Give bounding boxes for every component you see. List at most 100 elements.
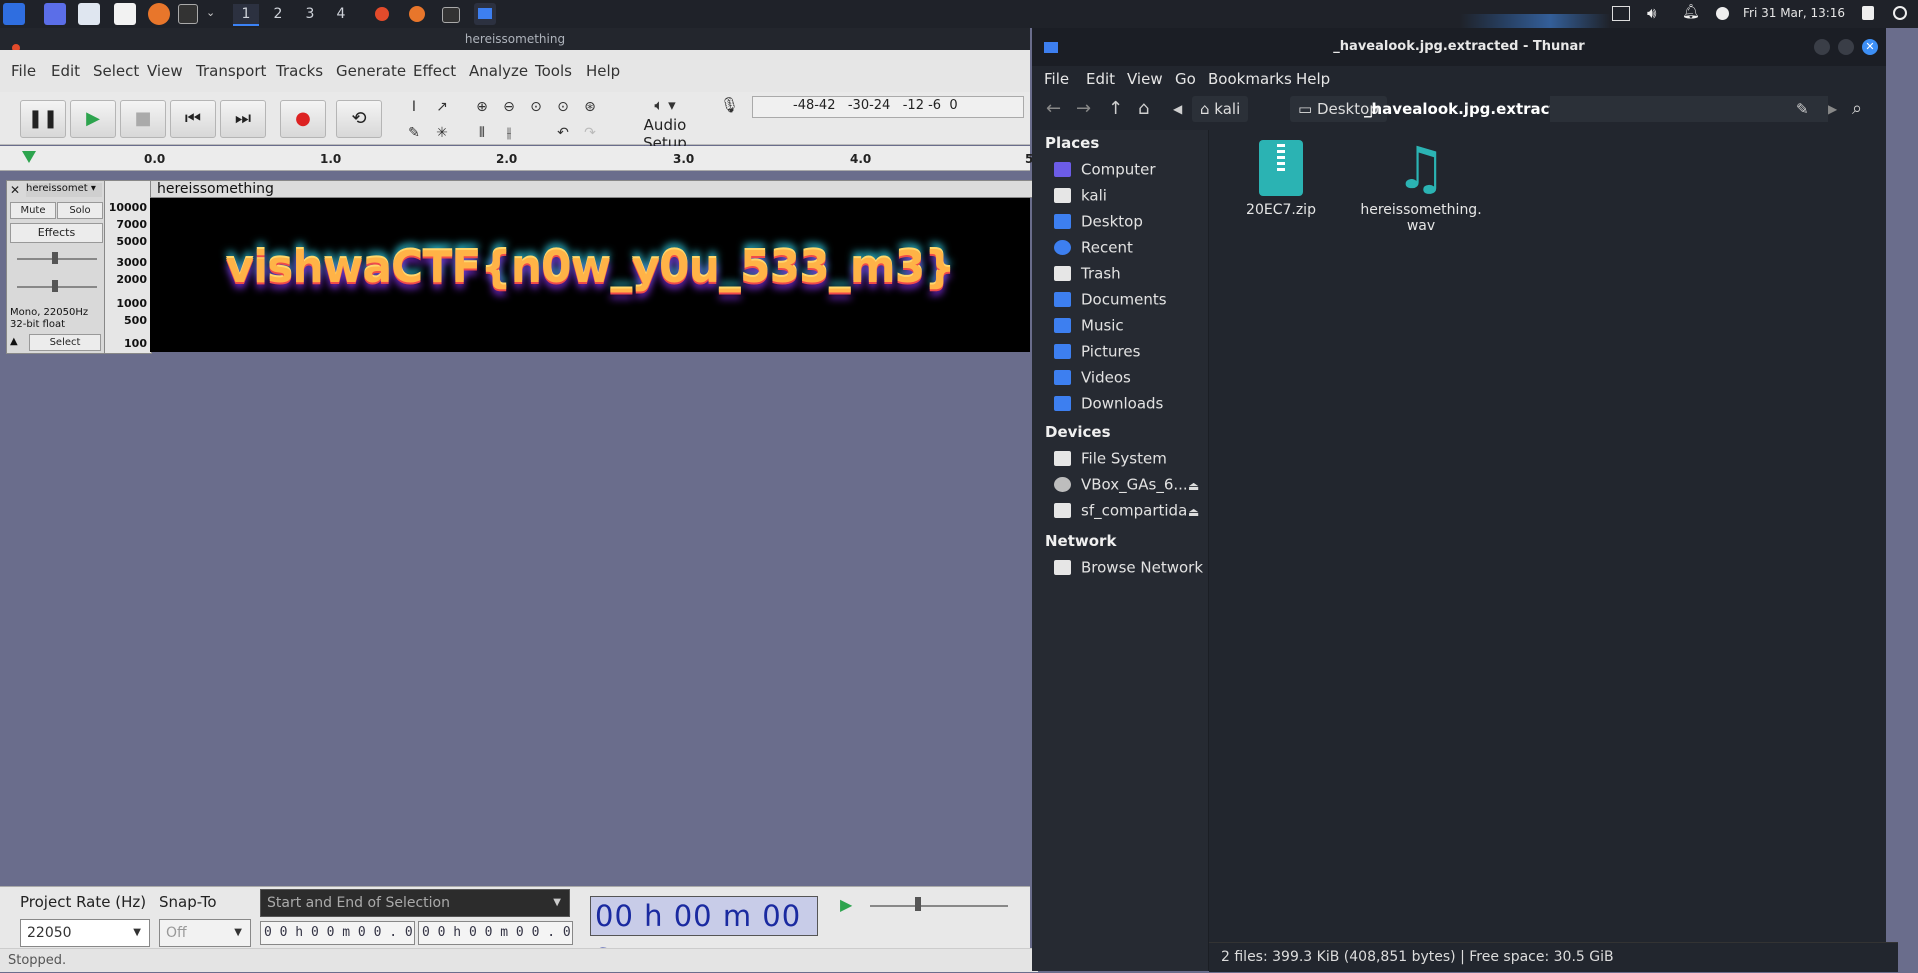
notification-bell-icon[interactable]: 🔔︎ bbox=[1682, 4, 1700, 20]
back-icon[interactable]: ← bbox=[1046, 98, 1061, 119]
thunar-menu-bookmarks[interactable]: Bookmarks bbox=[1208, 70, 1292, 88]
close-track-icon[interactable]: ✕ bbox=[10, 183, 20, 197]
draw-tool-icon[interactable]: ✎ bbox=[402, 122, 426, 144]
snap-to-select[interactable]: Off ▼ bbox=[159, 919, 251, 947]
menu-view[interactable]: View bbox=[147, 62, 183, 80]
clip-title[interactable]: hereissomething bbox=[150, 180, 1034, 198]
sidebar-item-pictures[interactable]: Pictures bbox=[1054, 342, 1204, 364]
multi-tool-icon[interactable]: ✳ bbox=[430, 122, 454, 144]
minimize-button[interactable] bbox=[1814, 39, 1830, 55]
eject-icon[interactable]: ⏏ bbox=[1188, 505, 1199, 519]
play-speed-thumb[interactable] bbox=[915, 897, 921, 911]
skip-start-button[interactable]: ⏮ bbox=[170, 100, 216, 138]
timeline-pin-icon[interactable] bbox=[22, 151, 36, 163]
frequency-ruler[interactable]: 10000 7000 5000 3000 2000 1000 500 100 bbox=[104, 180, 152, 354]
sidebar-item-filesystem[interactable]: File System bbox=[1054, 449, 1204, 471]
sidebar-item-kali[interactable]: kali bbox=[1054, 186, 1204, 208]
thunar-menu-view[interactable]: View bbox=[1127, 70, 1163, 88]
track-name-menu[interactable]: hereissomet ▾ bbox=[26, 183, 102, 197]
workspace-4[interactable]: 4 bbox=[328, 4, 354, 24]
show-desktop-icon[interactable] bbox=[44, 3, 66, 25]
sidebar-item-trash[interactable]: Trash bbox=[1054, 264, 1204, 286]
breadcrumb-left-icon[interactable]: ◀ bbox=[1173, 102, 1182, 116]
redo-icon[interactable]: ↷ bbox=[578, 122, 602, 144]
power-icon[interactable] bbox=[1893, 6, 1907, 20]
menu-help[interactable]: Help bbox=[586, 62, 620, 80]
eject-icon[interactable]: ⏏ bbox=[1188, 479, 1199, 493]
close-button[interactable]: ✕ bbox=[1862, 39, 1878, 55]
track-select-button[interactable]: Select bbox=[29, 334, 101, 351]
forward-icon[interactable]: → bbox=[1076, 98, 1091, 119]
effects-button[interactable]: Effects bbox=[10, 223, 103, 243]
breadcrumb-right-icon[interactable]: ▶ bbox=[1828, 102, 1837, 116]
selection-mode-select[interactable]: Start and End of Selection ▼ bbox=[260, 889, 570, 917]
edit-location-icon[interactable]: ✎ bbox=[1796, 100, 1809, 118]
menu-file[interactable]: File bbox=[11, 62, 36, 80]
fit-selection-icon[interactable]: ⊙ bbox=[524, 96, 548, 118]
recording-meter[interactable]: -48-42 -30-24 -12 -6 0 bbox=[752, 96, 1024, 118]
selection-end-time[interactable]: 0 0 h 0 0 m 0 0 . 0 0 0 s bbox=[418, 921, 573, 962]
volume-icon[interactable]: 🔊︎ bbox=[1647, 4, 1656, 22]
skip-end-button[interactable]: ⏭ bbox=[220, 100, 266, 138]
sidebar-item-recent[interactable]: Recent bbox=[1054, 238, 1204, 260]
sidebar-item-desktop[interactable]: Desktop bbox=[1054, 212, 1204, 234]
sidebar-item-music[interactable]: Music bbox=[1054, 316, 1204, 338]
project-rate-select[interactable]: 22050 ▼ bbox=[20, 919, 150, 947]
selection-tool-icon[interactable]: I bbox=[402, 96, 426, 118]
menu-tools[interactable]: Tools bbox=[535, 62, 572, 80]
menu-transport[interactable]: Transport bbox=[196, 62, 266, 80]
menu-select[interactable]: Select bbox=[93, 62, 139, 80]
zoom-toggle-icon[interactable]: ⊛ bbox=[578, 96, 602, 118]
stop-button[interactable]: ■ bbox=[120, 100, 166, 138]
zoom-out-icon[interactable]: ⊖ bbox=[497, 96, 521, 118]
search-icon[interactable]: ⌕ bbox=[1852, 98, 1862, 119]
menu-edit[interactable]: Edit bbox=[51, 62, 80, 80]
file-item-zip[interactable]: 20EC7.zip bbox=[1216, 140, 1346, 218]
silence-audio-icon[interactable]: ⫲ bbox=[497, 122, 521, 144]
home-icon[interactable]: ⌂ bbox=[1138, 98, 1149, 119]
sidebar-item-computer[interactable]: Computer bbox=[1054, 160, 1204, 182]
text-editor-icon[interactable] bbox=[114, 3, 136, 25]
thunar-menu-edit[interactable]: Edit bbox=[1086, 70, 1115, 88]
lock-icon[interactable] bbox=[1862, 6, 1874, 20]
panel-clock[interactable]: Fri 31 Mar, 13:16 bbox=[1743, 6, 1845, 20]
terminal-icon[interactable] bbox=[178, 4, 198, 24]
gain-slider-thumb[interactable] bbox=[52, 252, 58, 264]
chevron-down-icon[interactable]: ⌄ bbox=[206, 6, 215, 19]
kali-menu-icon[interactable] bbox=[3, 3, 25, 25]
undo-icon[interactable]: ↶ bbox=[551, 122, 575, 144]
fit-project-icon[interactable]: ⊙ bbox=[551, 96, 575, 118]
workspace-3[interactable]: 3 bbox=[297, 4, 323, 24]
pause-button[interactable]: ❚❚ bbox=[20, 100, 66, 138]
workspace-2[interactable]: 2 bbox=[265, 4, 291, 24]
maximize-button[interactable] bbox=[1838, 39, 1854, 55]
sidebar-item-documents[interactable]: Documents bbox=[1054, 290, 1204, 312]
loop-button[interactable]: ⟲ bbox=[336, 100, 382, 138]
audio-position-display[interactable]: 00 h 00 m 00 s bbox=[590, 896, 818, 971]
envelope-tool-icon[interactable]: ↗ bbox=[430, 96, 454, 118]
up-icon[interactable]: ↑ bbox=[1108, 98, 1123, 119]
audacity-task-icon[interactable] bbox=[375, 7, 389, 21]
play-speed-slider[interactable] bbox=[870, 905, 1008, 907]
display-icon[interactable] bbox=[1612, 6, 1630, 21]
location-bar[interactable] bbox=[1550, 96, 1828, 122]
sidebar-item-sf-compartida[interactable]: sf_compartida bbox=[1054, 501, 1204, 523]
thunar-task-active[interactable] bbox=[474, 3, 496, 25]
audio-setup-button[interactable]: 🔈︎ ▾ Audio Setup bbox=[620, 96, 710, 152]
pan-slider-thumb[interactable] bbox=[52, 280, 58, 292]
thunar-menu-file[interactable]: File bbox=[1044, 70, 1069, 88]
breadcrumb-kali[interactable]: ⌂ kali bbox=[1192, 96, 1249, 122]
file-item-wav[interactable]: ♫ hereissomething.wav bbox=[1356, 139, 1486, 234]
menu-tracks[interactable]: Tracks bbox=[276, 62, 323, 80]
thunar-menu-help[interactable]: Help bbox=[1296, 70, 1330, 88]
menu-generate[interactable]: Generate bbox=[336, 62, 406, 80]
selection-start-time[interactable]: 0 0 h 0 0 m 0 0 . 0 0 0 s bbox=[260, 921, 415, 962]
trim-audio-icon[interactable]: ⫴ bbox=[470, 122, 494, 144]
sidebar-item-browse-network[interactable]: Browse Network bbox=[1054, 558, 1204, 580]
menu-analyze[interactable]: Analyze bbox=[469, 62, 528, 80]
sidebar-item-vbox[interactable]: VBox_GAs_6.... bbox=[1054, 475, 1204, 497]
play-button[interactable]: ▶ bbox=[70, 100, 116, 138]
menu-effect[interactable]: Effect bbox=[413, 62, 456, 80]
sidebar-item-downloads[interactable]: Downloads bbox=[1054, 394, 1204, 416]
mute-button[interactable]: Mute bbox=[10, 202, 56, 219]
